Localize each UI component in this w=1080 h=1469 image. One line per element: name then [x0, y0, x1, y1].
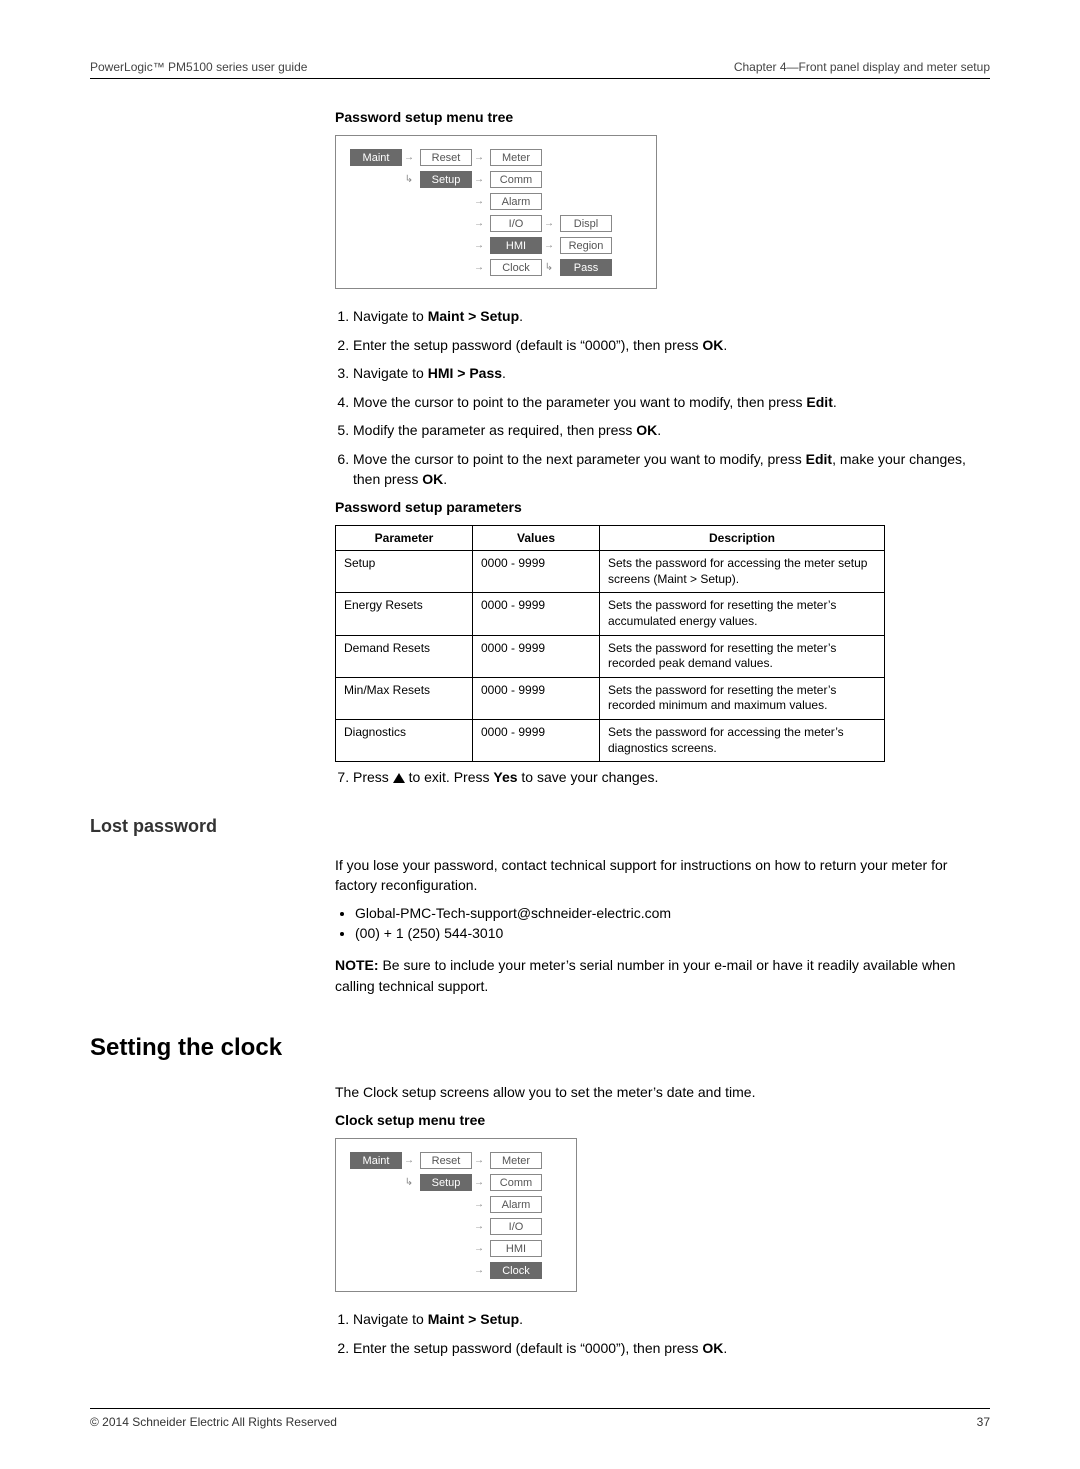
- cell-parameter: Diagnostics: [336, 719, 473, 761]
- tree-hmi: HMI: [490, 237, 542, 254]
- tree-conn: →: [472, 1265, 486, 1276]
- tree-conn: →: [472, 218, 486, 229]
- cell-parameter: Min/Max Resets: [336, 677, 473, 719]
- tree-conn: →: [542, 240, 556, 251]
- tree-conn: →: [472, 262, 486, 273]
- cell-values: 0000 - 9999: [473, 635, 600, 677]
- lost-password-heading: Lost password: [90, 816, 990, 837]
- cell-values: 0000 - 9999: [473, 593, 600, 635]
- table-row: Energy Resets0000 - 9999Sets the passwor…: [336, 593, 885, 635]
- tree-comm: Comm: [490, 1174, 542, 1191]
- tree-maint: Maint: [350, 149, 402, 166]
- step-item: Enter the setup password (default is “00…: [353, 1339, 990, 1359]
- password-steps: Navigate to Maint > Setup. Enter the set…: [335, 307, 990, 489]
- clock-steps: Navigate to Maint > Setup. Enter the set…: [335, 1310, 990, 1358]
- tree-maint: Maint: [350, 1152, 402, 1169]
- table-row: Diagnostics0000 - 9999Sets the password …: [336, 719, 885, 761]
- page-header: PowerLogic™ PM5100 series user guide Cha…: [90, 60, 990, 79]
- password-params-heading: Password setup parameters: [335, 499, 990, 515]
- tree-meter: Meter: [490, 1152, 542, 1169]
- step7-pre: Press: [353, 769, 393, 785]
- password-menu-tree-heading: Password setup menu tree: [335, 109, 990, 125]
- tree-clock: Clock: [490, 1262, 542, 1279]
- step-item: Press to exit. Press Yes to save your ch…: [353, 768, 990, 788]
- cell-description: Sets the password for accessing the mete…: [600, 551, 885, 593]
- step-item: Modify the parameter as required, then p…: [353, 421, 990, 441]
- step-item: Move the cursor to point to the paramete…: [353, 393, 990, 413]
- header-left: PowerLogic™ PM5100 series user guide: [90, 60, 307, 74]
- step-item: Navigate to HMI > Pass.: [353, 364, 990, 384]
- tree-conn: →: [402, 152, 416, 163]
- clock-menu-tree: Maint → Reset → Meter ↳ Setup → Comm → A…: [335, 1138, 577, 1292]
- cell-values: 0000 - 9999: [473, 551, 600, 593]
- clock-menu-tree-heading: Clock setup menu tree: [335, 1112, 990, 1128]
- tree-conn: →: [472, 152, 486, 163]
- up-arrow-icon: [393, 773, 405, 783]
- tree-conn: →: [472, 1221, 486, 1232]
- cell-description: Sets the password for resetting the mete…: [600, 635, 885, 677]
- password-menu-tree: Maint → Reset → Meter ↳ Setup → Comm → A…: [335, 135, 657, 289]
- tree-conn: →: [402, 1155, 416, 1166]
- tree-displ: Displ: [560, 215, 612, 232]
- tree-alarm: Alarm: [490, 193, 542, 210]
- tree-pass: Pass: [560, 259, 612, 276]
- tree-conn: →: [472, 1177, 486, 1188]
- contact-email: Global-PMC-Tech-support@schneider-electr…: [355, 905, 990, 921]
- cell-description: Sets the password for resetting the mete…: [600, 677, 885, 719]
- cell-values: 0000 - 9999: [473, 677, 600, 719]
- tree-conn: →: [472, 196, 486, 207]
- footer-page-number: 37: [977, 1415, 990, 1429]
- step-item: Navigate to Maint > Setup.: [353, 1310, 990, 1330]
- cell-parameter: Demand Resets: [336, 635, 473, 677]
- tree-conn: ↳: [542, 262, 556, 273]
- cell-description: Sets the password for resetting the mete…: [600, 593, 885, 635]
- page-footer: © 2014 Schneider Electric All Rights Res…: [90, 1408, 990, 1429]
- tree-conn: →: [472, 1155, 486, 1166]
- step7-post: to exit. Press Yes to save your changes.: [409, 769, 659, 785]
- tree-reset: Reset: [420, 1152, 472, 1169]
- step-item: Move the cursor to point to the next par…: [353, 450, 990, 489]
- contact-phone: (00) + 1 (250) 544-3010: [355, 925, 990, 941]
- setting-clock-intro: The Clock setup screens allow you to set…: [335, 1082, 990, 1102]
- lost-password-note: NOTE: Be sure to include your meter’s se…: [335, 955, 990, 996]
- tree-alarm: Alarm: [490, 1196, 542, 1213]
- tree-conn: ↳: [402, 174, 416, 185]
- tree-hmi: HMI: [490, 1240, 542, 1257]
- tree-conn: ↳: [402, 1177, 416, 1188]
- tree-conn: →: [472, 240, 486, 251]
- tree-setup: Setup: [420, 1174, 472, 1191]
- tree-setup: Setup: [420, 171, 472, 188]
- password-params-table: Parameter Values Description Setup0000 -…: [335, 525, 885, 762]
- step-item: Enter the setup password (default is “00…: [353, 336, 990, 356]
- header-right: Chapter 4—Front panel display and meter …: [734, 60, 990, 74]
- cell-parameter: Energy Resets: [336, 593, 473, 635]
- table-row: Min/Max Resets0000 - 9999Sets the passwo…: [336, 677, 885, 719]
- tree-conn: →: [472, 1243, 486, 1254]
- cell-values: 0000 - 9999: [473, 719, 600, 761]
- lost-password-contacts: Global-PMC-Tech-support@schneider-electr…: [335, 905, 990, 941]
- tree-conn: →: [472, 174, 486, 185]
- tree-clock: Clock: [490, 259, 542, 276]
- setting-clock-heading: Setting the clock: [90, 1034, 990, 1062]
- tree-region: Region: [560, 237, 612, 254]
- tree-io: I/O: [490, 215, 542, 232]
- tree-reset: Reset: [420, 149, 472, 166]
- cell-parameter: Setup: [336, 551, 473, 593]
- table-row: Setup0000 - 9999Sets the password for ac…: [336, 551, 885, 593]
- table-row: Demand Resets0000 - 9999Sets the passwor…: [336, 635, 885, 677]
- tree-meter: Meter: [490, 149, 542, 166]
- cell-description: Sets the password for accessing the mete…: [600, 719, 885, 761]
- tree-conn: →: [542, 218, 556, 229]
- step-item: Navigate to Maint > Setup.: [353, 307, 990, 327]
- col-parameter: Parameter: [336, 526, 473, 551]
- tree-conn: →: [472, 1199, 486, 1210]
- tree-comm: Comm: [490, 171, 542, 188]
- col-description: Description: [600, 526, 885, 551]
- tree-io: I/O: [490, 1218, 542, 1235]
- lost-password-body: If you lose your password, contact techn…: [335, 855, 990, 896]
- password-steps-cont: Press to exit. Press Yes to save your ch…: [335, 768, 990, 788]
- col-values: Values: [473, 526, 600, 551]
- footer-copyright: © 2014 Schneider Electric All Rights Res…: [90, 1415, 337, 1429]
